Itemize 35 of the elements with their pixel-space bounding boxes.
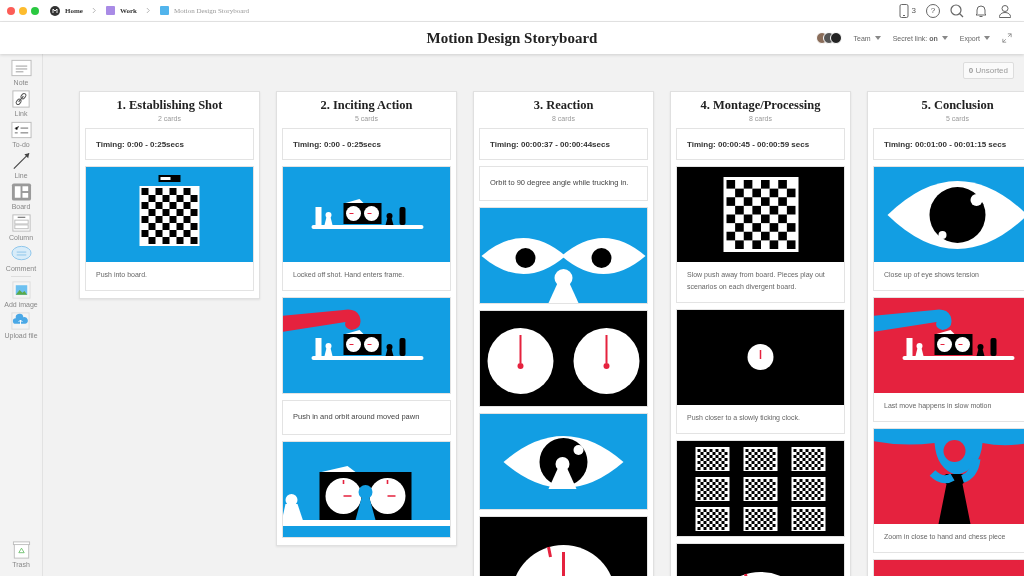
column-title: 3. Reaction <box>532 98 595 113</box>
comment-icon <box>10 245 32 263</box>
link-icon <box>10 90 32 108</box>
device-count: 3 <box>911 6 916 15</box>
timing-card[interactable]: Timing: 00:01:00 - 00:01:15 secs <box>873 128 1024 160</box>
column-title: 1. Establishing Shot <box>115 98 224 113</box>
board-icon <box>10 183 32 201</box>
checklist-icon <box>10 121 32 139</box>
timing-card[interactable]: Timing: 0:00 - 0:25secs <box>282 128 451 160</box>
minimize-window-dot[interactable] <box>19 6 27 15</box>
image-icon <box>10 281 32 299</box>
search-icon[interactable] <box>950 3 964 18</box>
caret-icon <box>984 36 990 40</box>
upload-icon <box>10 312 32 330</box>
timing-card[interactable]: Timing: 00:00:37 - 00:00:44secs <box>479 128 648 160</box>
caret-icon <box>941 36 948 40</box>
trash-icon <box>10 541 32 559</box>
bell-icon[interactable] <box>974 3 988 18</box>
column-icon <box>10 214 32 232</box>
logo-icon[interactable] <box>50 5 60 16</box>
timing-card[interactable]: Timing: 00:00:45 - 00:00:59 secs <box>676 128 845 160</box>
chevron-icon <box>146 7 151 14</box>
column-title: 4. Montage/Processing <box>699 98 822 113</box>
maximize-window-dot[interactable] <box>31 6 39 15</box>
timing-card[interactable]: Timing: 0:00 - 0:25secs <box>85 128 254 160</box>
expand-icon[interactable] <box>1002 33 1012 43</box>
note-icon <box>10 59 32 77</box>
chevron-icon <box>91 7 97 14</box>
caret-icon <box>874 36 881 40</box>
close-window-dot[interactable] <box>7 6 15 15</box>
user-icon[interactable] <box>998 3 1012 18</box>
board-title: Motion Design Storyboard <box>426 29 598 47</box>
phone-icon[interactable] <box>896 3 911 18</box>
column-title: 2. Inciting Action <box>319 98 414 113</box>
column-title: 5. Conclusion <box>920 98 995 113</box>
